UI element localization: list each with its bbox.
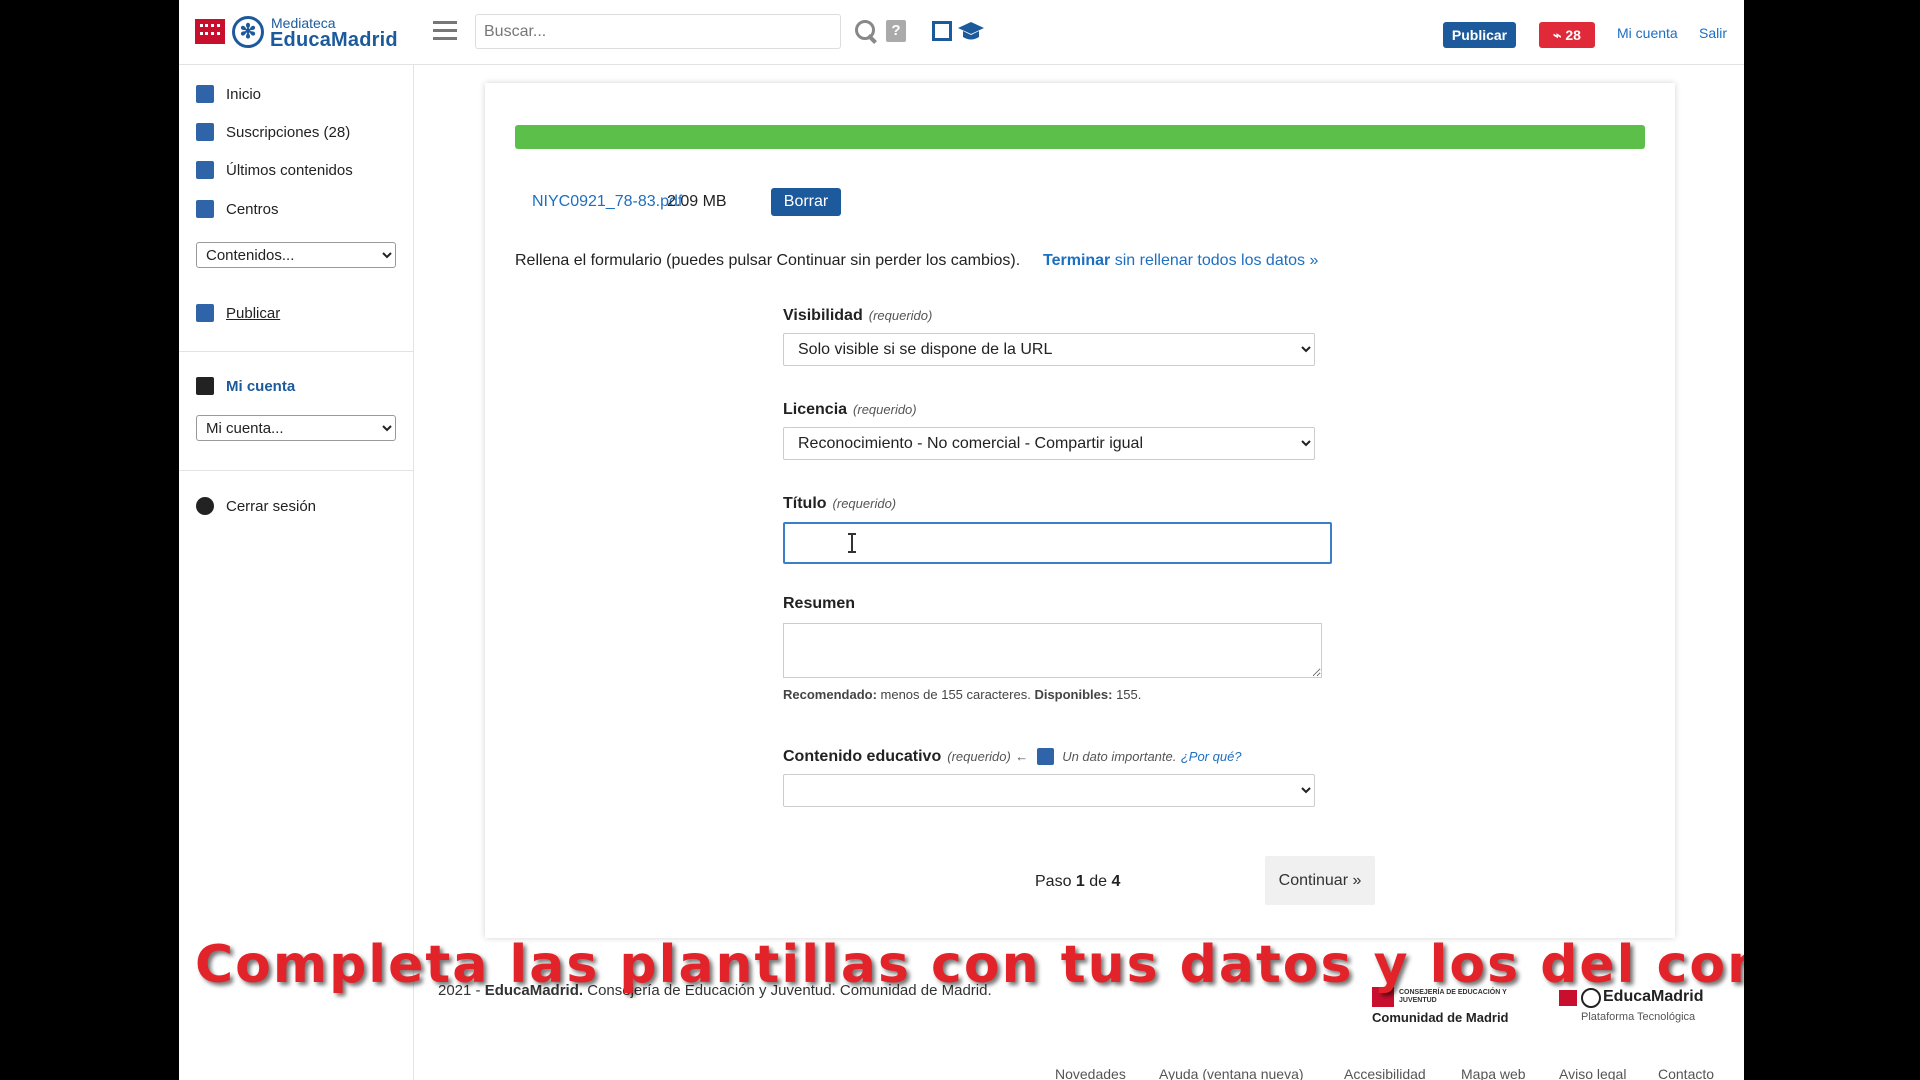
summary-textarea[interactable] [783,623,1322,678]
graduation-cap-icon[interactable] [958,19,984,43]
page: ✻ Mediateca EducaMadrid ? Publicar ⌁ 28 … [179,0,1744,1080]
educational-content-label-text: Contenido educativo [783,748,942,765]
educational-content-label: Contenido educativo (requerido) ← Un dato… [783,748,1242,766]
sidebar-logout[interactable]: Cerrar sesión [196,494,316,518]
edu-arrow: ← [1015,749,1029,764]
sidebar-item-ultimos[interactable]: Últimos contenidos [196,158,353,182]
sidebar-item-label: Centros [226,200,279,218]
license-select[interactable]: Reconocimiento - No comercial - Comparti… [783,427,1315,460]
menu-icon[interactable] [433,21,457,41]
delete-file-button[interactable]: Borrar [771,188,841,216]
my-account-link[interactable]: Mi cuenta [1617,25,1678,41]
header: ✻ Mediateca EducaMadrid ? Publicar ⌁ 28 … [179,0,1744,65]
hint-count: 155. [1112,687,1142,702]
required-note: (requerido) [947,749,1011,764]
license-label-text: Licencia [783,401,848,418]
step-total: 4 [1111,873,1121,890]
required-note: (requerido) [853,402,917,417]
sidebar-item-label: Inicio [226,85,262,103]
file-size: 2.09 MB [667,193,727,210]
search-input[interactable] [475,14,841,49]
educational-content-select[interactable] [783,774,1315,807]
sidebar-my-account-label: Mi cuenta [226,377,296,395]
visibility-select[interactable]: Solo visible si se dispone de la URL [783,333,1315,366]
sidebar-item-label: Últimos contenidos [226,161,353,179]
divider [179,351,414,352]
user-icon [196,377,214,395]
step-current: 1 [1075,873,1085,890]
logo2-sub: Plataforma Tecnológica [1581,1011,1696,1023]
required-note: (requerido) [832,496,897,511]
logout-link[interactable]: Salir [1699,25,1727,41]
step-mid: de [1084,873,1112,890]
upload-progress-fill [515,125,1645,149]
text-cursor-icon [848,533,856,553]
upload-form-card: NIYC0921_78-83.pdf 2.09 MB Borrar Rellen… [485,83,1675,938]
visibility-label: Visibilidad (requerido) [783,307,932,325]
hint-available: Disponibles: [1034,687,1113,702]
title-label-text: Título [783,495,827,512]
step-prefix: Paso [1035,873,1076,890]
logo1-name: Comunidad de Madrid [1372,1010,1509,1025]
comunidad-madrid-flag-icon[interactable] [195,19,225,44]
step-indicator: Paso 1 de 4 [1035,873,1120,891]
hint-recommended: Recomendado: [783,687,877,702]
video-caption: Completa las plantillas con tus datos y … [195,935,1744,995]
required-note: (requerido) [868,308,933,323]
edu-note: Un dato importante. [1062,749,1177,764]
finish-link-bold: Terminar [1043,252,1111,269]
footer-link-ayuda[interactable]: Ayuda (ventana nueva) [1159,1066,1304,1080]
footer-links: Novedades Ayuda (ventana nueva) Accesibi… [179,1066,1744,1080]
footer-link-accesibilidad[interactable]: Accesibilidad [1344,1066,1426,1080]
license-label: Licencia (requerido) [783,401,917,419]
upload-progress-bar [515,125,1645,149]
visibility-label-text: Visibilidad [783,307,863,324]
my-account-select[interactable]: Mi cuenta... [196,415,396,441]
sidebar-item-label: Suscripciones (28) [226,123,351,141]
form-intro: Rellena el formulario (puedes pulsar Con… [515,252,1021,269]
footer-link-aviso-legal[interactable]: Aviso legal [1559,1066,1626,1080]
sidebar-item-inicio[interactable]: Inicio [196,82,261,106]
logo-title[interactable]: EducaMadrid [270,29,398,52]
rss-count: 28 [1565,27,1581,43]
power-icon [196,497,214,515]
finish-link-rest: sin rellenar todos los datos » [1110,252,1319,269]
footer-link-contacto[interactable]: Contacto [1658,1066,1714,1080]
sidebar-publish-link[interactable]: Publicar [196,301,280,325]
sidebar-my-account-title[interactable]: Mi cuenta [196,374,295,398]
title-label: Título (requerido) [783,495,896,513]
rss-icon [196,123,214,141]
continue-button[interactable]: Continuar » [1265,856,1375,905]
rss-icon: ⌁ [1553,27,1566,43]
publish-button[interactable]: Publicar [1443,22,1516,48]
sidebar-logout-label: Cerrar sesión [226,497,317,515]
summary-hint: Recomendado: menos de 155 caracteres. Di… [783,687,1141,702]
building-icon [196,200,214,218]
divider [179,470,414,471]
search-icon[interactable] [855,20,879,44]
why-link[interactable]: ¿Por qué? [1181,749,1242,764]
footer-link-novedades[interactable]: Novedades [1055,1066,1126,1080]
home-icon [196,85,214,103]
educational-icon [1036,748,1054,766]
summary-label: Resumen [783,595,856,612]
contents-select[interactable]: Contenidos... [196,242,396,268]
sidebar-publish-label: Publicar [226,304,281,322]
sidebar-item-suscripciones[interactable]: Suscripciones (28) [196,120,350,144]
sidebar-item-centros[interactable]: Centros [196,197,279,221]
title-input[interactable] [783,522,1332,564]
sidebar: Inicio Suscripciones (28) Últimos conten… [179,65,414,1080]
clock-icon [196,161,214,179]
footer-link-mapa-web[interactable]: Mapa web [1461,1066,1526,1080]
uploaded-file-link[interactable]: NIYC0921_78-83.pdf [532,193,682,211]
finish-without-data-link[interactable]: Terminar sin rellenar todos los datos » [1043,252,1318,270]
help-icon[interactable]: ? [886,20,906,42]
square-view-icon[interactable] [932,21,952,41]
rss-notifications-button[interactable]: ⌁ 28 [1539,22,1595,48]
upload-icon [196,304,214,322]
hint-text: menos de 155 caracteres. [876,687,1035,702]
educamadrid-logo-icon[interactable]: ✻ [232,16,264,48]
